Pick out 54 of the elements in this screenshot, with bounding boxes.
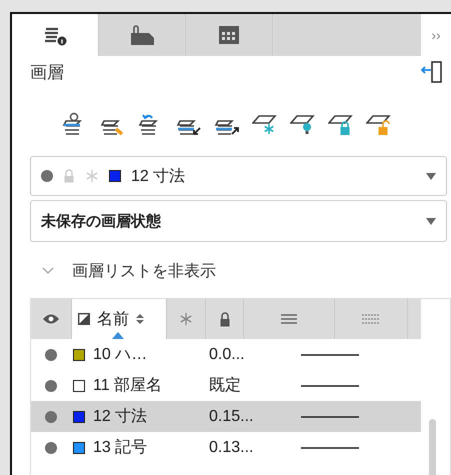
layer-row[interactable]: 12 寸法 0.15... (31, 401, 421, 432)
panel-title: 画層 (30, 62, 64, 84)
column-header[interactable]: 名前 (72, 299, 167, 339)
layer-row[interactable]: 11 部屋名 既定 (31, 370, 421, 401)
dropdown-caret-icon (426, 172, 436, 180)
line-weight-value: 0.13... (209, 438, 254, 456)
visible-dot-icon[interactable] (45, 442, 57, 454)
panel-tab[interactable] (12, 14, 99, 56)
line-weight-value: 0.0... (209, 346, 245, 364)
attachment-document-icon (128, 25, 156, 45)
visible-dot-icon[interactable] (45, 380, 57, 392)
eye-icon (42, 313, 60, 325)
grid-icon (218, 25, 240, 45)
line-weight-value: 既定 (209, 376, 241, 396)
line-type-sample (301, 384, 359, 386)
lock-icon (218, 312, 230, 326)
color-column-icon (78, 313, 90, 325)
layer-row[interactable]: 13 記号 0.13... (31, 432, 421, 463)
line-type-sample (301, 416, 359, 418)
line-type-sample (301, 354, 359, 356)
layer-row[interactable]: 10 ハ… 0.0... (31, 339, 421, 370)
scrollbar-thumb[interactable] (429, 419, 436, 475)
layer-state-dropdown[interactable]: 未保存の画層状態 (30, 200, 447, 242)
layer-name: 11 部屋名 (93, 376, 162, 396)
layer-color-swatch[interactable] (73, 380, 85, 392)
dock-icon[interactable] (421, 60, 443, 84)
current-layer-dropdown[interactable]: 12 寸法 (30, 156, 447, 196)
layer-lock-icon[interactable] (328, 112, 354, 136)
visible-dot-icon (41, 170, 53, 182)
layer-unlock-icon[interactable] (366, 112, 392, 136)
layer-name: 10 ハ… (93, 345, 148, 365)
line-type-icon (362, 314, 380, 324)
line-type-sample (301, 446, 359, 448)
snowflake-icon (85, 169, 99, 183)
dropdown-caret-icon (426, 218, 436, 224)
sort-icon (136, 313, 144, 325)
layer-state-value: 未保存の画層状態 (41, 212, 162, 230)
layer-color-swatch[interactable] (73, 348, 85, 360)
layer-name: 12 寸法 (93, 406, 148, 427)
layer-color-swatch[interactable] (73, 410, 85, 422)
line-weight-value: 0.15... (209, 408, 254, 426)
hide-layer-list-link[interactable]: 画層リストを非表示 (72, 260, 216, 282)
layer-color-swatch[interactable] (73, 442, 85, 454)
line-weight-icon (281, 314, 297, 324)
sort-indicator-icon (112, 332, 124, 339)
layer-name: 13 記号 (93, 438, 148, 458)
visible-dot-icon[interactable] (45, 348, 57, 360)
current-layer-name: 12 寸法 (131, 166, 186, 186)
visible-dot-icon[interactable] (45, 410, 57, 422)
overflow-button[interactable]: ›› (421, 14, 451, 56)
layer-bulb-icon[interactable] (290, 112, 316, 136)
layer-snowflake-icon[interactable] (252, 112, 278, 136)
lock-icon (63, 169, 75, 183)
snowflake-icon (179, 312, 193, 326)
